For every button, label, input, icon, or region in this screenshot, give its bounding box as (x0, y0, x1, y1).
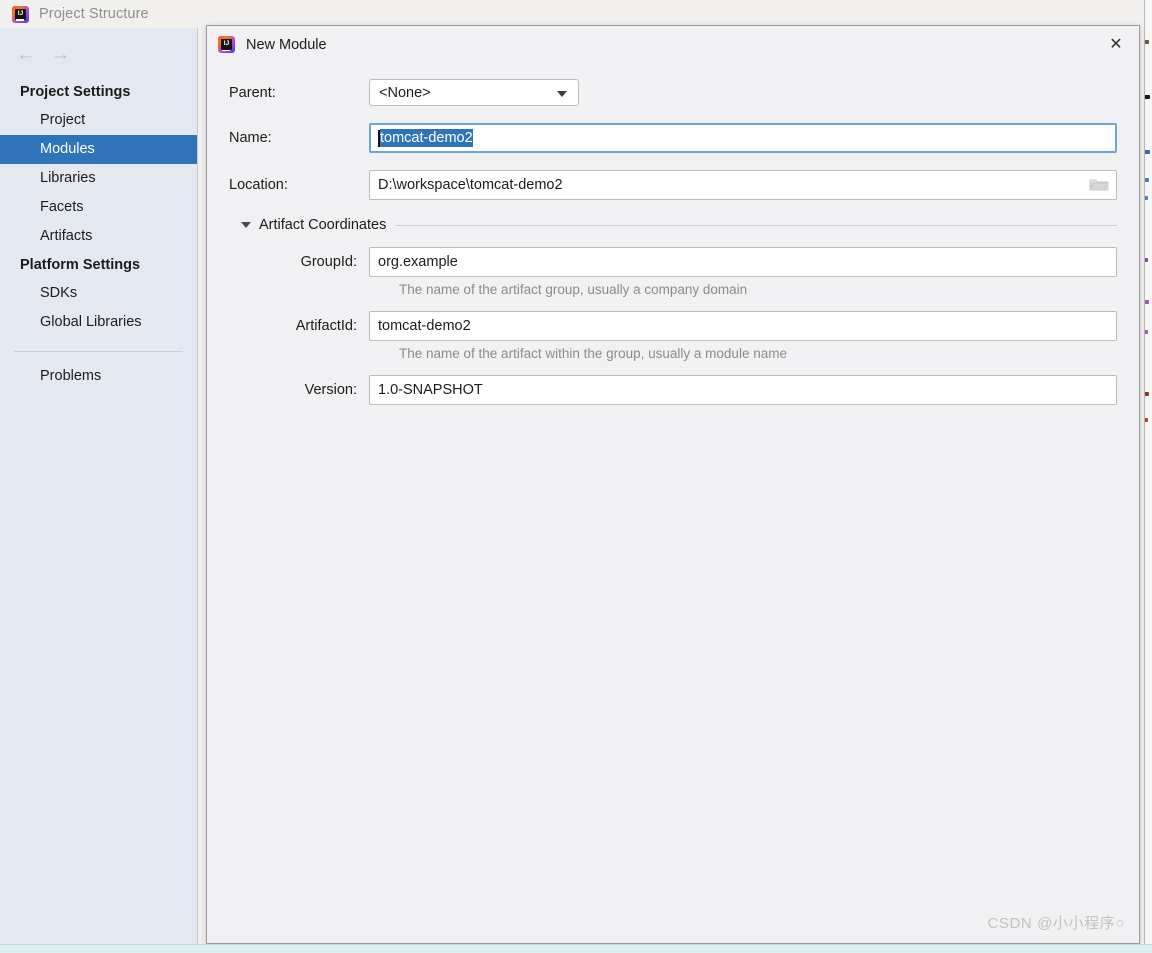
artifactid-input-value: tomcat-demo2 (378, 318, 471, 334)
version-row: Version: 1.0-SNAPSHOT (229, 375, 1117, 405)
chevron-down-icon (557, 91, 567, 97)
version-input-value: 1.0-SNAPSHOT (378, 382, 483, 398)
version-input[interactable]: 1.0-SNAPSHOT (369, 375, 1117, 405)
artifactid-label: ArtifactId: (295, 318, 357, 334)
name-label: Name: (229, 130, 272, 146)
sidebar-item-project[interactable]: Project (0, 106, 197, 135)
parent-row: Parent: <None> (229, 79, 1117, 106)
sidebar-list: Project Settings Project Modules Librari… (0, 78, 197, 391)
groupid-hint: The name of the artifact group, usually … (399, 282, 748, 297)
window-title: Project Structure (39, 6, 149, 22)
groupid-label: GroupId: (300, 254, 357, 270)
artifactid-hint: The name of the artifact within the grou… (399, 346, 787, 361)
dialog-titlebar: IJ New Module ✕ (207, 26, 1139, 63)
name-input-value: tomcat-demo2 (380, 129, 473, 147)
location-input[interactable]: D:\workspace\tomcat-demo2 (369, 170, 1117, 200)
screen-root: IJ Project Structure ← → Project Setting… (0, 0, 1152, 953)
settings-sidebar: ← → Project Settings Project Modules Lib… (0, 28, 198, 944)
sidebar-item-sdks[interactable]: SDKs (0, 279, 197, 308)
csdn-watermark: CSDN @小小程序○ (987, 915, 1125, 932)
sidebar-item-libraries[interactable]: Libraries (0, 164, 197, 193)
name-row: Name: tomcat-demo2 (229, 123, 1117, 153)
parent-select-value: <None> (379, 84, 431, 101)
new-module-dialog: IJ New Module ✕ Parent: <None> Name: tom… (206, 25, 1140, 944)
intellij-idea-logo-icon: IJ (12, 5, 29, 23)
dialog-body: Parent: <None> Name: tomcat-demo2 Locati… (207, 63, 1139, 405)
sidebar-item-artifacts[interactable]: Artifacts (0, 222, 197, 251)
sidebar-divider (14, 351, 183, 352)
version-label: Version: (304, 382, 357, 398)
triangle-down-icon (241, 222, 251, 228)
groupid-row: GroupId: org.example (229, 247, 1117, 277)
bottom-status-strip (0, 944, 1152, 953)
location-label: Location: (229, 177, 288, 193)
sidebar-item-problems[interactable]: Problems (0, 362, 197, 391)
sidebar-item-modules[interactable]: Modules (0, 135, 197, 164)
section-divider (396, 224, 1117, 226)
artifact-coordinates-title: Artifact Coordinates (259, 217, 387, 233)
dialog-title: New Module (246, 36, 327, 53)
groupid-input[interactable]: org.example (369, 247, 1117, 277)
sidebar-group-project-settings: Project Settings (20, 84, 131, 100)
groupid-input-value: org.example (378, 254, 458, 270)
close-icon[interactable]: ✕ (1093, 26, 1139, 63)
parent-label: Parent: (229, 84, 276, 101)
parent-select[interactable]: <None> (369, 79, 579, 106)
location-row: Location: D:\workspace\tomcat-demo2 (229, 170, 1117, 200)
sidebar-group-platform-settings: Platform Settings (20, 257, 141, 273)
artifactid-input[interactable]: tomcat-demo2 (369, 311, 1117, 341)
nav-arrows: ← → (0, 28, 197, 68)
artifactid-row: ArtifactId: tomcat-demo2 (229, 311, 1117, 341)
arrow-left-icon[interactable]: ← (16, 45, 35, 64)
name-input[interactable]: tomcat-demo2 (369, 123, 1117, 153)
sidebar-item-facets[interactable]: Facets (0, 193, 197, 222)
arrow-right-icon[interactable]: → (51, 45, 70, 64)
project-structure-titlebar: IJ Project Structure (0, 0, 1144, 28)
artifact-coordinates-section-header[interactable]: Artifact Coordinates (241, 217, 1117, 233)
location-input-value: D:\workspace\tomcat-demo2 (378, 177, 563, 193)
folder-open-icon[interactable] (1086, 175, 1112, 195)
sidebar-item-global-libraries[interactable]: Global Libraries (0, 308, 197, 337)
intellij-idea-logo-icon: IJ (218, 36, 235, 53)
